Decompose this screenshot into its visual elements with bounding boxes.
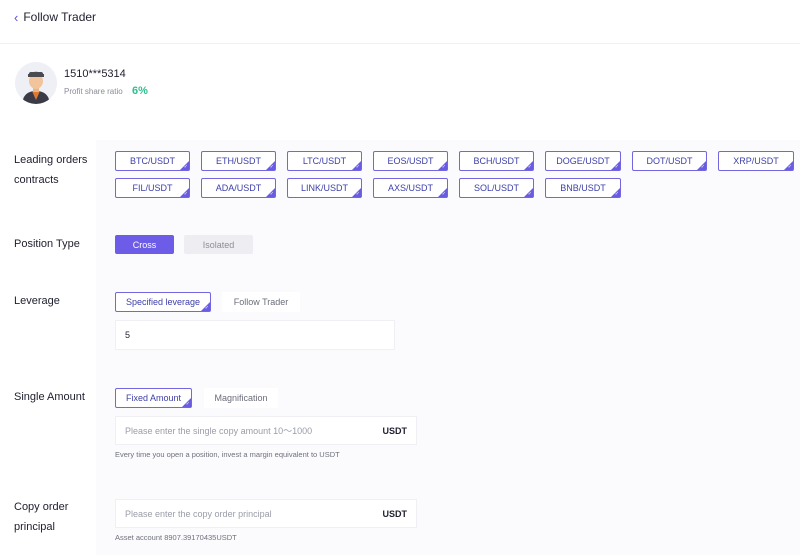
single-amount-box[interactable]: USDT	[115, 416, 417, 445]
check-icon: ✓	[355, 191, 360, 197]
specified-leverage-tab[interactable]: Specified leverage ✓	[115, 292, 211, 312]
check-icon: ✓	[183, 164, 188, 170]
check-icon: ✓	[269, 164, 274, 170]
single-amount-input[interactable]	[116, 417, 383, 444]
leverage-input[interactable]	[115, 320, 395, 350]
check-icon: ✓	[183, 191, 188, 197]
single-amount-hint: Every time you open a position, invest a…	[115, 450, 340, 459]
check-icon: ✓	[787, 164, 792, 170]
position-type-label: Position Type	[14, 238, 80, 250]
check-icon: ✓	[355, 164, 360, 170]
check-icon: ✓	[441, 164, 446, 170]
asset-account-hint: Asset account 8907.39170435USDT	[115, 533, 237, 542]
cross-button[interactable]: Cross	[115, 235, 174, 254]
check-icon: ✓	[441, 191, 446, 197]
contract-chip[interactable]: ADA/USDT ✓	[201, 178, 276, 198]
profit-share-value: 6%	[132, 85, 148, 97]
contract-chip[interactable]: SOL/USDT ✓	[459, 178, 534, 198]
profit-share-label: Profit share ratio	[64, 87, 123, 96]
follow-trader-tab[interactable]: Follow Trader	[222, 292, 300, 312]
check-icon: ✓	[614, 164, 619, 170]
fixed-amount-tab[interactable]: Fixed Amount ✓	[115, 388, 192, 408]
leading-contracts-label: Leading orders contracts	[14, 154, 88, 186]
check-icon: ✓	[700, 164, 705, 170]
isolated-button[interactable]: Isolated	[184, 235, 253, 254]
check-icon: ✓	[527, 191, 532, 197]
single-amount-unit: USDT	[382, 425, 408, 436]
contract-chip[interactable]: FIL/USDT ✓	[115, 178, 190, 198]
contract-chip[interactable]: DOT/USDT ✓	[632, 151, 707, 171]
check-icon: ✓	[185, 401, 190, 407]
contract-chip[interactable]: DOGE/USDT ✓	[545, 151, 621, 171]
contract-chip[interactable]: AXS/USDT ✓	[373, 178, 448, 198]
trader-name: 1510***5314	[64, 68, 126, 80]
trader-avatar-icon	[15, 62, 57, 104]
page-title: Follow Trader	[23, 10, 97, 24]
contract-chip[interactable]: ETH/USDT ✓	[201, 151, 276, 171]
header-divider	[0, 43, 800, 44]
contract-chip[interactable]: EOS/USDT ✓	[373, 151, 448, 171]
check-icon: ✓	[204, 305, 209, 311]
leverage-field[interactable]	[116, 321, 394, 349]
contract-chip[interactable]: XRP/USDT ✓	[718, 151, 794, 171]
check-icon: ✓	[614, 191, 619, 197]
back-button[interactable]: ‹ Follow Trader	[14, 9, 96, 25]
copy-principal-box[interactable]: USDT	[115, 499, 417, 528]
single-amount-label: Single Amount	[14, 391, 85, 403]
contract-chip[interactable]: LINK/USDT ✓	[287, 178, 362, 198]
contract-chip[interactable]: BCH/USDT ✓	[459, 151, 534, 171]
check-icon: ✓	[269, 191, 274, 197]
chevron-left-icon: ‹	[14, 9, 19, 25]
copy-principal-input[interactable]	[116, 500, 383, 527]
magnification-tab[interactable]: Magnification	[204, 388, 278, 408]
copy-principal-label: Copy order principal	[14, 501, 69, 533]
copy-principal-unit: USDT	[382, 508, 408, 519]
contract-chip[interactable]: LTC/USDT ✓	[287, 151, 362, 171]
leverage-label: Leverage	[14, 295, 60, 307]
contract-chip[interactable]: BNB/USDT ✓	[545, 178, 621, 198]
contract-chip[interactable]: BTC/USDT ✓	[115, 151, 190, 171]
check-icon: ✓	[527, 164, 532, 170]
